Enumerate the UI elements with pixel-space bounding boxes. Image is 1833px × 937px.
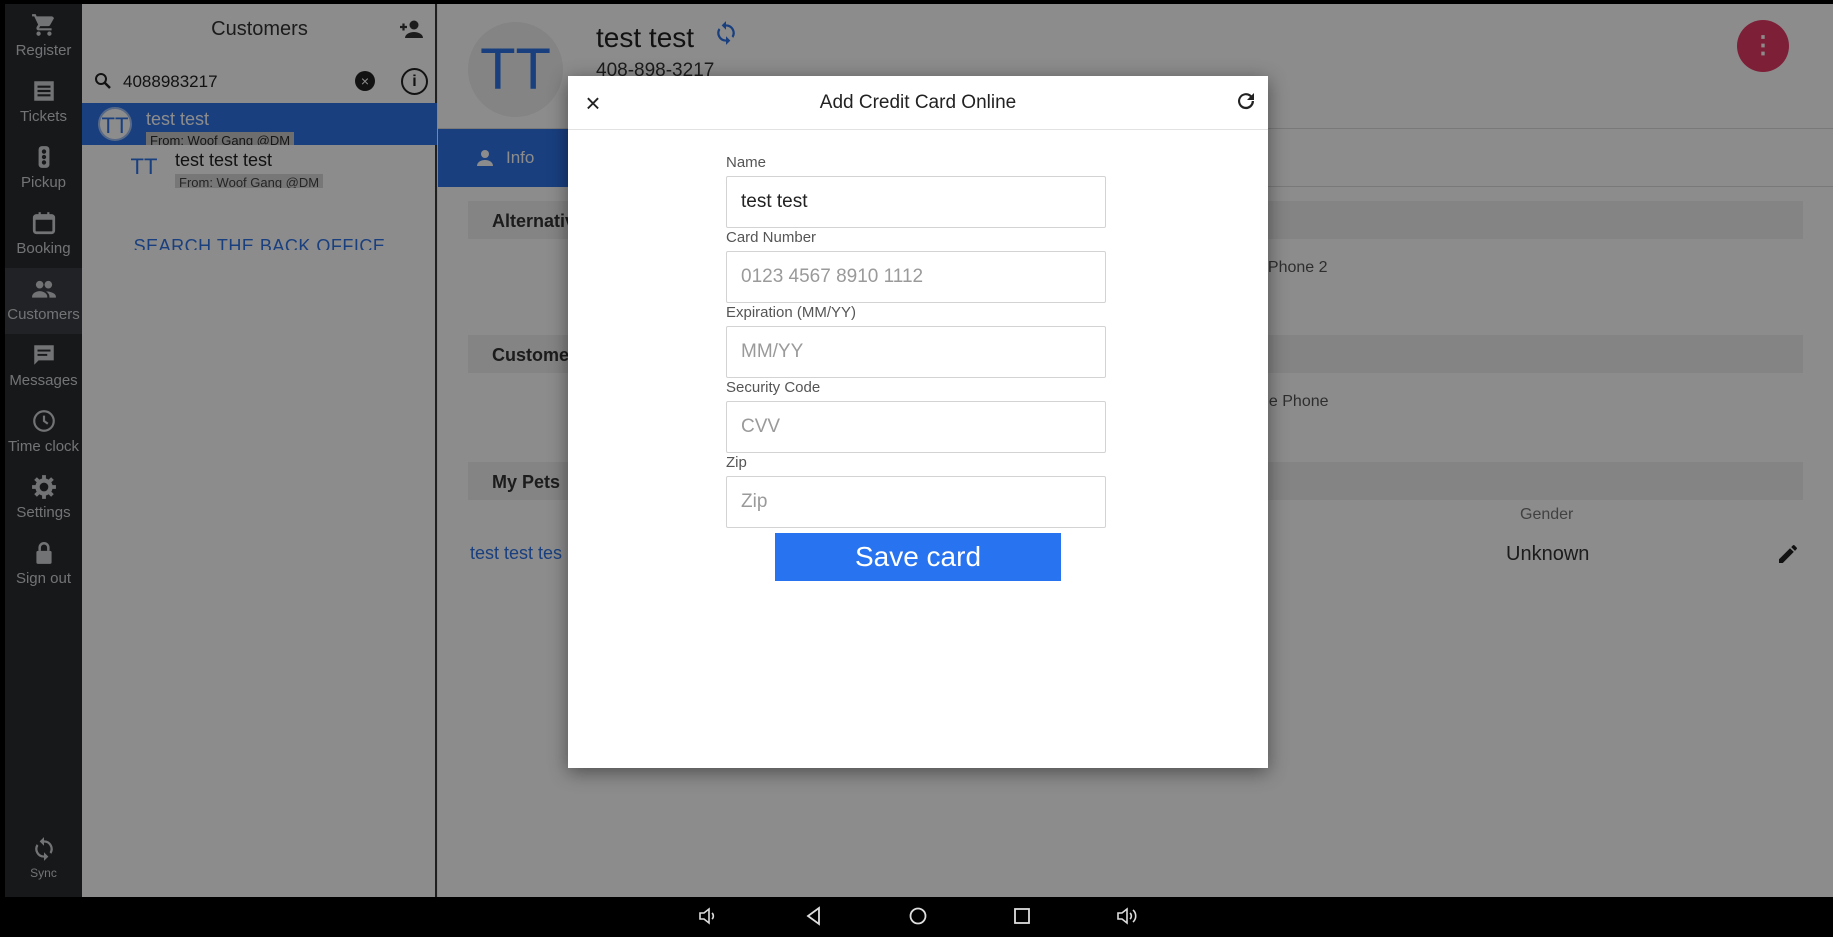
card-number-field[interactable] bbox=[726, 251, 1106, 303]
name-label: Name bbox=[726, 154, 767, 171]
name-field[interactable] bbox=[726, 176, 1106, 228]
back-icon[interactable] bbox=[803, 905, 825, 927]
volume-up-icon[interactable] bbox=[1115, 905, 1139, 927]
system-nav-bar bbox=[0, 897, 1833, 937]
security-code-field[interactable] bbox=[726, 401, 1106, 453]
app-screen: Register Tickets Pickup Booking Customer… bbox=[5, 4, 1833, 897]
recents-icon[interactable] bbox=[1011, 905, 1033, 927]
security-code-label: Security Code bbox=[726, 379, 821, 396]
volume-down-icon[interactable] bbox=[697, 905, 719, 927]
home-icon[interactable] bbox=[907, 905, 929, 927]
save-card-button[interactable]: Save card bbox=[775, 533, 1061, 581]
expiration-field[interactable] bbox=[726, 326, 1106, 378]
refresh-icon[interactable] bbox=[1234, 89, 1258, 113]
card-number-label: Card Number bbox=[726, 229, 817, 246]
dialog-header: × Add Credit Card Online bbox=[568, 76, 1268, 130]
zip-field[interactable] bbox=[726, 476, 1106, 528]
zip-label: Zip bbox=[726, 454, 747, 471]
expiration-label: Expiration (MM/YY) bbox=[726, 304, 857, 321]
add-credit-card-dialog: × Add Credit Card Online Name Card Numbe… bbox=[568, 76, 1268, 768]
dialog-title: Add Credit Card Online bbox=[819, 92, 1017, 113]
